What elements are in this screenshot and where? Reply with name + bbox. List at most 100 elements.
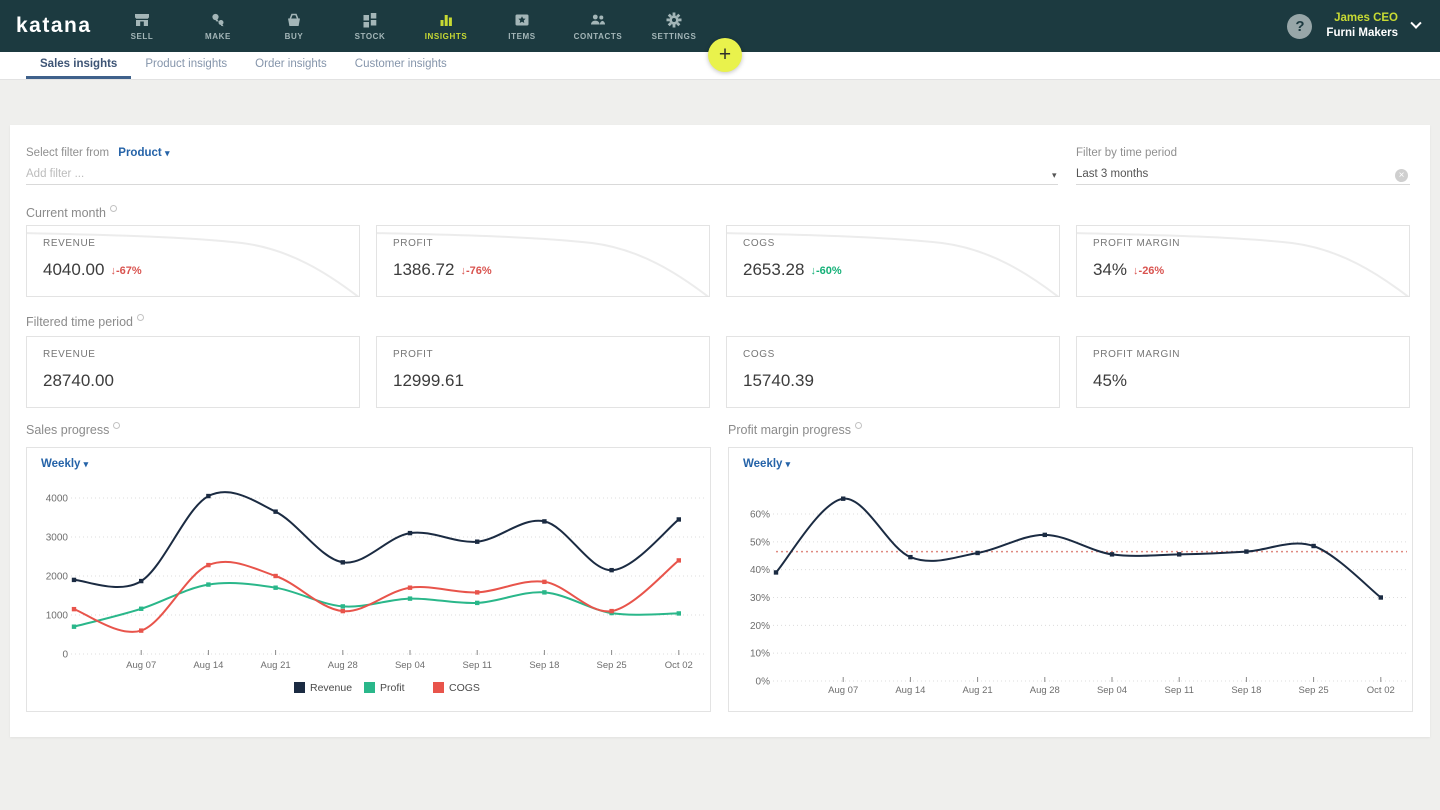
help-button[interactable]: ?	[1287, 14, 1312, 39]
user-menu[interactable]: James CEO Furni Makers	[1326, 11, 1398, 41]
frequency-dropdown[interactable]: Weekly ▾	[41, 458, 88, 470]
kpi-label: REVENUE	[43, 238, 96, 249]
svg-text:Sep 11: Sep 11	[462, 660, 491, 671]
main-panel: Select filter from Product ▾ ▾ Filter by…	[10, 125, 1430, 737]
add-button[interactable]: +	[708, 38, 742, 72]
svg-text:Sep 04: Sep 04	[1097, 685, 1127, 696]
bar-chart-icon	[437, 11, 455, 29]
kpi-label: PROFIT	[393, 238, 433, 249]
nav-item-label: INSIGHTS	[425, 32, 468, 41]
kpi-label: PROFIT MARGIN	[1093, 349, 1180, 360]
svg-text:10%: 10%	[750, 649, 770, 660]
nav-item-items[interactable]: ITEMS	[484, 0, 560, 52]
nav-item-stock[interactable]: STOCK	[332, 0, 408, 52]
nav-item-label: SETTINGS	[652, 32, 697, 41]
sales-progress-chart: Weekly ▾ 01000200030004000Aug 07Aug 14Au…	[26, 447, 711, 712]
svg-text:40%: 40%	[750, 565, 770, 576]
profit-margin-plot: 0%10%20%30%40%50%60%Aug 07Aug 14Aug 21Au…	[729, 481, 1414, 711]
app-window: katana SELL MAKE BUY	[0, 0, 1440, 810]
kpi-value: 28740.00	[43, 371, 114, 391]
svg-text:Profit: Profit	[380, 682, 405, 694]
svg-text:60%: 60%	[750, 510, 770, 521]
user-company: Furni Makers	[1326, 26, 1398, 41]
kpi-value: 12999.61	[393, 371, 464, 391]
svg-text:Sep 25: Sep 25	[1299, 685, 1329, 696]
kpi-label: REVENUE	[43, 349, 96, 360]
svg-text:Aug 28: Aug 28	[1030, 685, 1060, 696]
add-filter-input[interactable]	[26, 163, 1058, 185]
svg-text:Sep 25: Sep 25	[597, 660, 627, 671]
svg-text:Revenue: Revenue	[310, 682, 352, 694]
svg-text:50%: 50%	[750, 537, 770, 548]
svg-text:Aug 07: Aug 07	[828, 685, 858, 696]
caret-down-icon: ▾	[84, 459, 89, 469]
svg-text:4000: 4000	[46, 494, 69, 505]
main-nav: SELL MAKE BUY STOCK	[104, 0, 712, 52]
svg-text:Sep 04: Sep 04	[395, 660, 425, 671]
filter-dropdown-caret-icon[interactable]: ▾	[1052, 170, 1057, 181]
kpi-card-cogs-current: COGS 2653.28↓-60%	[726, 225, 1060, 297]
kpi-value: 34%↓-26%	[1093, 260, 1164, 280]
kpi-card-profit-margin-current: PROFIT MARGIN 34%↓-26%	[1076, 225, 1410, 297]
nav-item-make[interactable]: MAKE	[180, 0, 256, 52]
time-period-input[interactable]	[1076, 163, 1410, 185]
tab-product-insights[interactable]: Product insights	[131, 52, 241, 79]
info-icon[interactable]	[855, 422, 862, 429]
tag-star-icon	[513, 11, 531, 29]
svg-text:COGS: COGS	[449, 682, 480, 694]
kpi-label: COGS	[743, 349, 775, 360]
kpi-delta: ↓-26%	[1133, 265, 1164, 277]
kpi-card-profit-current: PROFIT 1386.72↓-76%	[376, 225, 710, 297]
navbar-right: ? James CEO Furni Makers	[1287, 11, 1440, 41]
nav-item-label: STOCK	[355, 32, 386, 41]
frequency-dropdown[interactable]: Weekly ▾	[743, 458, 790, 470]
svg-text:3000: 3000	[46, 533, 69, 544]
nav-item-settings[interactable]: SETTINGS	[636, 0, 712, 52]
kpi-value: 2653.28↓-60%	[743, 260, 842, 280]
kpi-card-revenue-current: REVENUE 4040.00↓-67%	[26, 225, 360, 297]
info-icon[interactable]	[137, 314, 144, 321]
svg-text:Sep 11: Sep 11	[1164, 685, 1193, 696]
nav-item-label: CONTACTS	[574, 32, 623, 41]
svg-text:Oct 02: Oct 02	[665, 660, 693, 671]
help-icon: ?	[1295, 18, 1304, 35]
nav-item-label: MAKE	[205, 32, 231, 41]
tab-order-insights[interactable]: Order insights	[241, 52, 341, 79]
tab-sales-insights[interactable]: Sales insights	[26, 52, 131, 79]
info-icon[interactable]	[113, 422, 120, 429]
caret-down-icon: ▾	[786, 459, 791, 469]
sales-progress-plot: 01000200030004000Aug 07Aug 14Aug 21Aug 2…	[27, 481, 712, 711]
kpi-delta: ↓-60%	[810, 265, 841, 277]
sales-progress-title: Sales progress	[26, 422, 120, 437]
kpi-value: 15740.39	[743, 371, 814, 391]
kpi-value: 45%	[1093, 371, 1127, 391]
svg-text:Sep 18: Sep 18	[1231, 685, 1261, 696]
nav-item-insights[interactable]: INSIGHTS	[408, 0, 484, 52]
basket-icon	[285, 11, 303, 29]
tab-customer-insights[interactable]: Customer insights	[341, 52, 461, 79]
select-filter-label: Select filter from Product ▾	[26, 147, 169, 159]
svg-text:Aug 07: Aug 07	[126, 660, 156, 671]
filter-source-dropdown[interactable]: Product ▾	[118, 147, 169, 159]
people-icon	[589, 11, 607, 29]
make-tools-icon	[209, 11, 227, 29]
svg-text:30%: 30%	[750, 593, 770, 604]
kpi-delta: ↓-76%	[460, 265, 491, 277]
chevron-down-icon	[1410, 18, 1421, 29]
profit-margin-progress-chart: Weekly ▾ 0%10%20%30%40%50%60%Aug 07Aug 1…	[728, 447, 1413, 712]
nav-item-label: BUY	[285, 32, 304, 41]
kpi-card-revenue-period: REVENUE 28740.00	[26, 336, 360, 408]
info-icon[interactable]	[110, 205, 117, 212]
svg-text:20%: 20%	[750, 621, 770, 632]
caret-down-icon: ▾	[165, 148, 170, 158]
nav-item-contacts[interactable]: CONTACTS	[560, 0, 636, 52]
nav-item-label: SELL	[131, 32, 154, 41]
nav-item-buy[interactable]: BUY	[256, 0, 332, 52]
svg-text:Aug 14: Aug 14	[895, 685, 925, 696]
katana-logo[interactable]: katana	[0, 14, 104, 38]
nav-item-sell[interactable]: SELL	[104, 0, 180, 52]
svg-text:1000: 1000	[46, 611, 69, 622]
clear-icon[interactable]: ×	[1395, 169, 1408, 182]
svg-text:Aug 14: Aug 14	[193, 660, 223, 671]
filtered-period-title: Filtered time period	[26, 314, 144, 329]
